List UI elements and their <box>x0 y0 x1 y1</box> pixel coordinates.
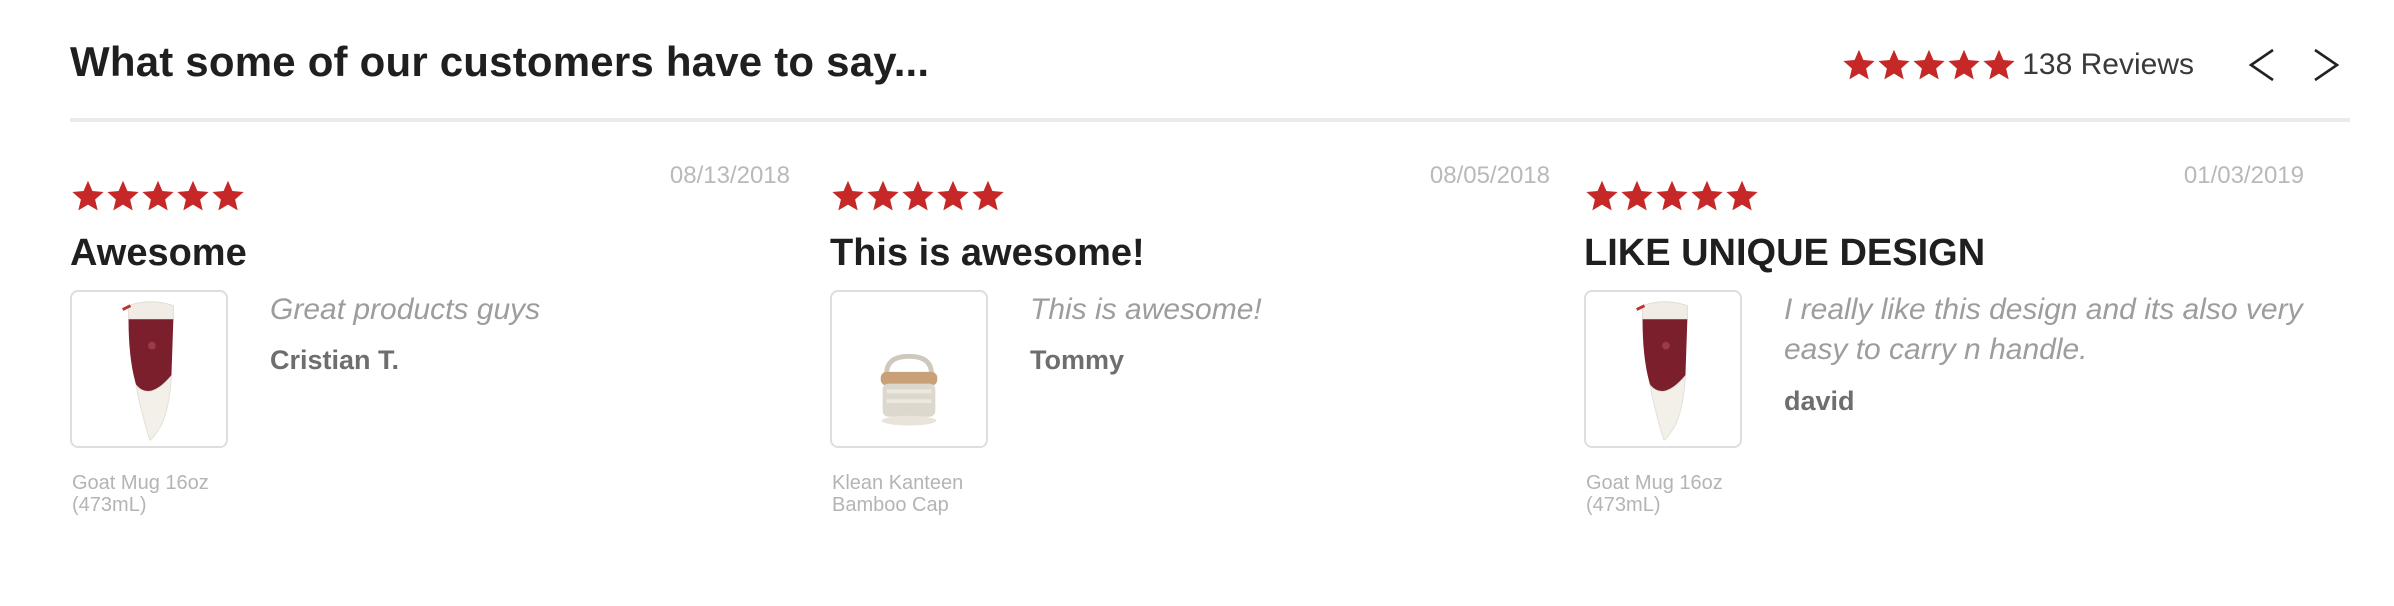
review-title: Awesome <box>70 232 247 274</box>
star-icon <box>1876 47 1912 83</box>
goat-mug-image <box>122 301 174 441</box>
review-author: Cristian T. <box>270 345 400 375</box>
star-icon <box>1654 178 1690 214</box>
review-stars <box>1584 178 1759 214</box>
summary-stars <box>1841 47 2016 83</box>
product-thumbnail[interactable] <box>830 290 988 448</box>
section-title: What some of our customers have to say..… <box>70 38 930 85</box>
review-card: 08/13/2018 Awesome Goat Mug 16oz (473mL)… <box>70 160 790 540</box>
review-body: Great products guys <box>270 293 541 326</box>
review-card: 01/03/2019 LIKE UNIQUE DESIGN Goat Mug 1… <box>1584 160 2304 540</box>
previous-button[interactable] <box>2238 40 2286 90</box>
review-date: 01/03/2019 <box>2183 162 2304 189</box>
review-author: david <box>1784 386 1855 416</box>
star-icon <box>1946 47 1982 83</box>
star-icon <box>1724 178 1760 214</box>
star-icon <box>105 178 141 214</box>
star-icon <box>830 178 866 214</box>
review-card: 08/05/2018 This is awesome! Klean Kantee… <box>830 160 1550 540</box>
star-icon <box>970 178 1006 214</box>
product-thumbnail[interactable] <box>1584 290 1742 448</box>
goat-mug-image <box>1636 301 1688 441</box>
review-date: 08/05/2018 <box>1429 162 1550 189</box>
star-icon <box>70 178 106 214</box>
chevron-left-icon <box>2248 48 2274 82</box>
review-author: Tommy <box>1030 345 1125 375</box>
star-icon <box>1841 47 1877 83</box>
review-body: This is awesome! <box>1030 293 1262 326</box>
star-icon <box>1981 47 2017 83</box>
star-icon <box>865 178 901 214</box>
bamboo-cap-image <box>880 353 938 426</box>
review-stars <box>830 178 1005 214</box>
review-title: LIKE UNIQUE DESIGN <box>1584 232 1986 274</box>
star-icon <box>1911 47 1947 83</box>
review-title: This is awesome! <box>830 232 1145 274</box>
reviews-header: What some of our customers have to say..… <box>70 0 2350 122</box>
star-icon <box>1584 178 1620 214</box>
next-button[interactable] <box>2302 40 2350 90</box>
review-body: I really like this design and its also v… <box>1784 293 2303 366</box>
star-icon <box>935 178 971 214</box>
chevron-right-icon <box>2314 48 2340 82</box>
review-date: 08/13/2018 <box>669 162 790 189</box>
product-name[interactable]: Goat Mug 16oz (473mL) <box>72 472 242 516</box>
star-icon <box>210 178 246 214</box>
star-icon <box>1619 178 1655 214</box>
star-icon <box>140 178 176 214</box>
product-name[interactable]: Goat Mug 16oz (473mL) <box>1586 472 1756 516</box>
review-count[interactable]: 138 Reviews <box>2022 48 2194 82</box>
rating-summary: 138 Reviews <box>1841 40 2350 90</box>
review-stars <box>70 178 245 214</box>
star-icon <box>1689 178 1725 214</box>
star-icon <box>175 178 211 214</box>
star-icon <box>900 178 936 214</box>
product-name[interactable]: Klean Kanteen Bamboo Cap <box>832 472 1002 516</box>
product-thumbnail[interactable] <box>70 290 228 448</box>
